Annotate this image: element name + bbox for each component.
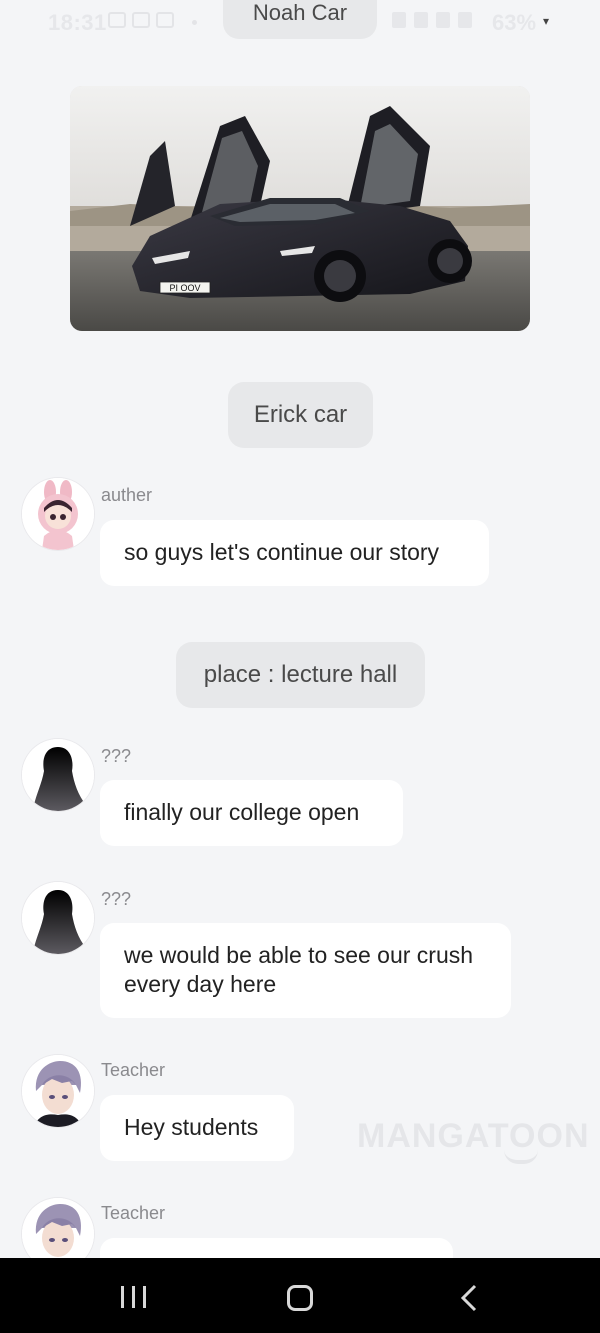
wifi-icon	[414, 12, 428, 28]
message-bubble: finally our college open	[100, 780, 403, 846]
status-time: 18:31	[48, 10, 107, 35]
back-button[interactable]	[460, 1284, 478, 1312]
narration-erick-car: Erick car	[228, 382, 373, 448]
car-image[interactable]: PI OOV	[70, 86, 530, 331]
youtube-icon	[132, 12, 150, 28]
narration-noah-car: Noah Car	[223, 0, 377, 39]
license-plate: PI OOV	[169, 283, 200, 293]
signal-icon	[458, 12, 472, 28]
message-bubble: we would be able to see our crush every …	[100, 923, 511, 1018]
message-sender: Teacher	[101, 1203, 166, 1223]
more-notifications-icon	[192, 20, 197, 25]
notification-icons	[108, 12, 174, 28]
mangatoon-watermark: MANGATOON	[357, 1117, 590, 1155]
alarm-icon	[392, 12, 406, 28]
gallery-icon	[108, 12, 126, 28]
narration-place: place : lecture hall	[176, 642, 425, 708]
avatar-auther[interactable]	[22, 478, 94, 550]
data-arrow-icon: ▾	[543, 14, 550, 28]
battery-percent: 63%	[492, 10, 537, 35]
message-bubble: so guys let's continue our story	[100, 520, 489, 586]
silhouette-avatar-icon	[22, 739, 94, 811]
home-button[interactable]	[287, 1285, 313, 1311]
silhouette-avatar-icon	[22, 882, 94, 954]
bunny-girl-avatar-icon	[22, 478, 94, 550]
teacher-avatar-icon	[22, 1055, 94, 1127]
message-sender: ???	[101, 746, 132, 766]
message-sender: Teacher	[101, 1060, 166, 1080]
avatar-unknown[interactable]	[22, 882, 94, 954]
lte-icon	[436, 12, 450, 28]
supercar-illustration: PI OOV	[70, 86, 530, 331]
message-sender: auther	[101, 485, 153, 505]
avatar-unknown[interactable]	[22, 739, 94, 811]
navigation-bar	[0, 1258, 600, 1333]
instagram-icon	[156, 12, 174, 28]
message-bubble: Hey students	[100, 1095, 294, 1161]
watermark-smile-icon	[504, 1150, 538, 1164]
recent-apps-button[interactable]	[121, 1286, 149, 1308]
message-sender: ???	[101, 889, 132, 909]
avatar-teacher[interactable]	[22, 1055, 94, 1127]
system-icons	[392, 12, 472, 28]
